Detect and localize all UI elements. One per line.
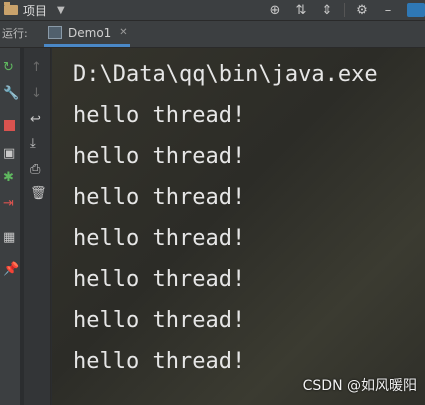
tab-demo1[interactable]: Demo1 ✕ bbox=[44, 21, 130, 47]
console-line: D:\Data\qq\bin\java.exe bbox=[73, 62, 378, 87]
camera-icon[interactable]: ▣ bbox=[3, 146, 15, 161]
exit-icon[interactable]: ⇥ bbox=[3, 196, 14, 211]
project-label: 项目 bbox=[23, 3, 48, 18]
console-actions-toolbar: ↑ ↓ ↩ ⤓ ⎙ 🗑 bbox=[24, 48, 51, 405]
wrench-icon[interactable]: 🔧 bbox=[3, 86, 19, 101]
layout-icon[interactable]: ▦ bbox=[3, 230, 15, 245]
run-label: 运行: bbox=[2, 27, 28, 40]
run-toolwindow-header: 运行: Demo1 ✕ bbox=[0, 21, 425, 48]
console-line: hello thread! bbox=[73, 144, 246, 169]
console-output[interactable]: D:\Data\qq\bin\java.exe hello thread! he… bbox=[52, 48, 425, 405]
down-icon[interactable]: ↓ bbox=[31, 86, 42, 101]
scroll-end-icon[interactable]: ⤓ bbox=[30, 136, 36, 151]
up-icon[interactable]: ↑ bbox=[31, 60, 42, 75]
tab-label: Demo1 bbox=[68, 25, 112, 40]
print-icon[interactable]: ⎙ bbox=[30, 162, 40, 177]
wrap-icon[interactable]: ↩ bbox=[30, 112, 41, 127]
collapse-icon[interactable]: ⇅ bbox=[288, 3, 314, 18]
run-actions-toolbar: ↻ 🔧 ▣ ✱ ⇥ ▦ 📌 bbox=[0, 48, 20, 405]
console-line: hello thread! bbox=[73, 349, 246, 374]
project-dropdown[interactable]: 项目 ▼ bbox=[4, 0, 65, 20]
trash-icon[interactable]: 🗑 bbox=[30, 186, 47, 201]
gear-icon[interactable]: ⚙ bbox=[349, 3, 375, 18]
close-icon[interactable]: ✕ bbox=[119, 27, 127, 38]
debug-icon[interactable]: ✱ bbox=[3, 170, 14, 185]
target-icon[interactable]: ⊕ bbox=[262, 3, 288, 18]
window-icon bbox=[48, 26, 62, 39]
chevron-down-icon: ▼ bbox=[57, 4, 65, 16]
console-line: hello thread! bbox=[73, 103, 246, 128]
console-line: hello thread! bbox=[73, 267, 246, 292]
pin-icon[interactable]: 📌 bbox=[3, 262, 19, 277]
folder-icon bbox=[4, 2, 18, 15]
rerun-icon[interactable]: ↻ bbox=[3, 60, 14, 75]
divider bbox=[344, 3, 345, 17]
expand-icon[interactable]: ⇕ bbox=[314, 3, 340, 18]
top-toolbar: 项目 ▼ ⊕ ⇅ ⇕ ⚙ – bbox=[0, 0, 425, 21]
console-line: hello thread! bbox=[73, 308, 246, 333]
watermark: CSDN @如风暖阳 bbox=[302, 378, 417, 394]
stop-icon[interactable] bbox=[4, 120, 15, 131]
minimize-icon[interactable]: – bbox=[375, 3, 401, 18]
app-tab-icon[interactable] bbox=[407, 3, 425, 17]
console-line: hello thread! bbox=[73, 185, 246, 210]
console-line: hello thread! bbox=[73, 226, 246, 251]
